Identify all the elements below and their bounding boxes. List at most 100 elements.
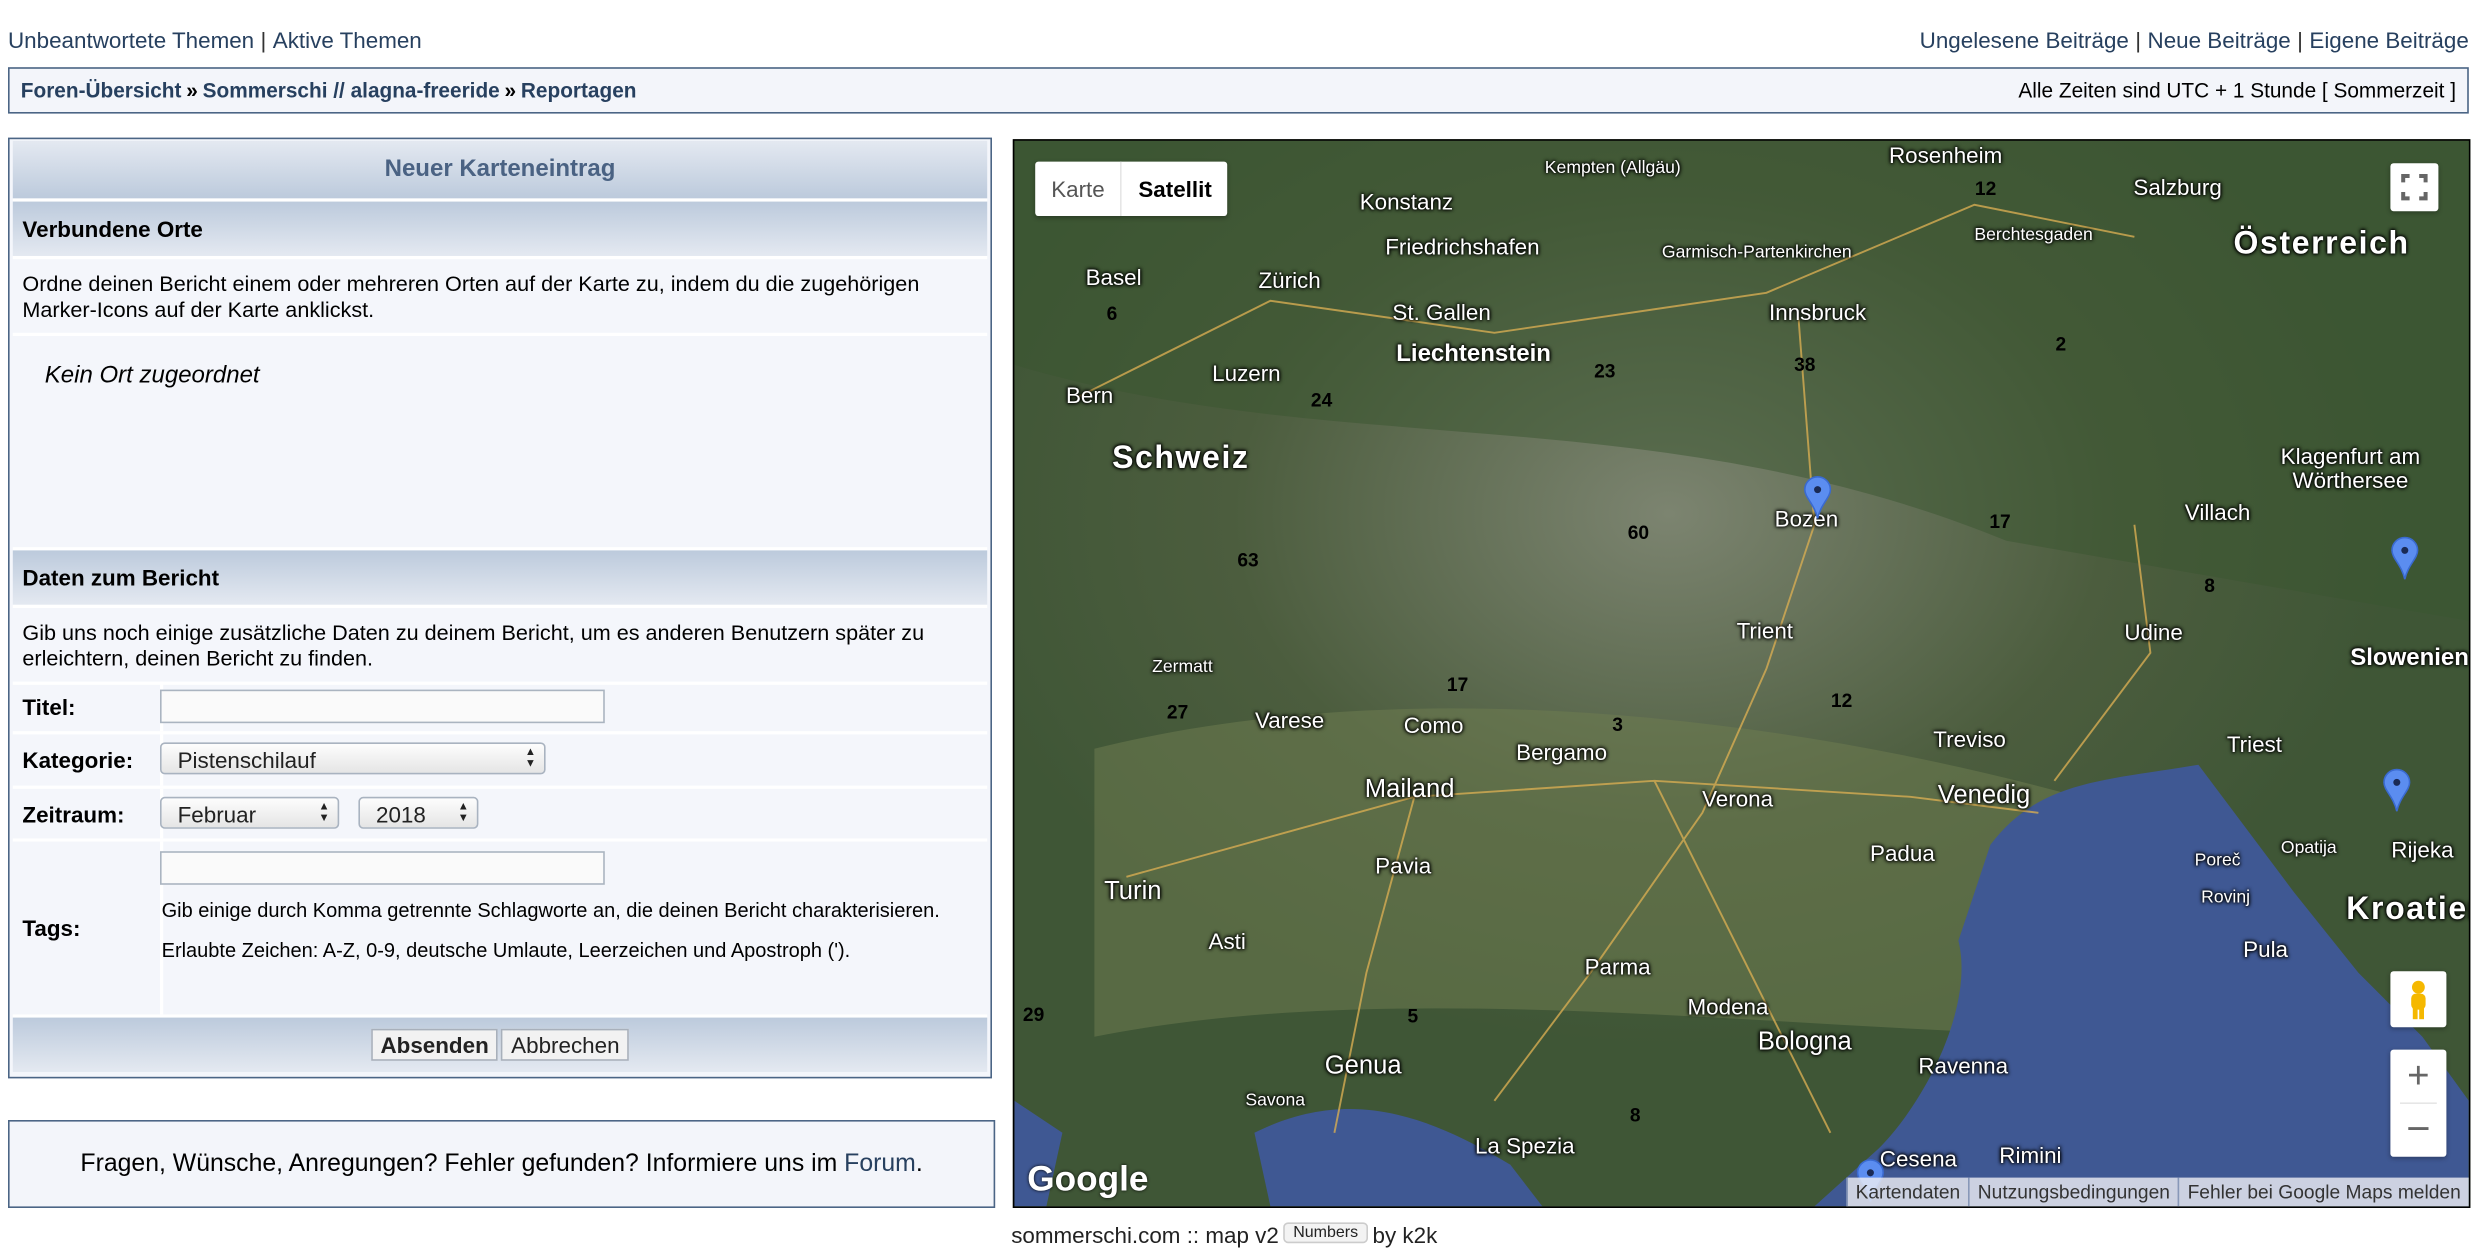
place-label: Schweiz <box>1112 440 1250 476</box>
cluster-count[interactable]: 38 <box>1794 354 1815 376</box>
breadcrumb-home[interactable]: Foren-Übersicht <box>21 78 182 102</box>
cluster-count[interactable]: 29 <box>1023 1003 1044 1025</box>
category-value: Pistenschilauf <box>177 747 316 773</box>
title-row: Titel: <box>12 681 988 735</box>
cluster-count[interactable]: 12 <box>1831 690 1852 712</box>
place-label: Opatija <box>2280 838 2337 858</box>
category-select[interactable]: Pistenschilauf ▲ ▼ <box>160 742 546 775</box>
month-value: Februar <box>177 801 257 828</box>
credit-text: sommerschi.com :: map v2 <box>1011 1222 1279 1248</box>
top-right-links: Ungelesene Beiträge | Neue Beiträge | Eigene… <box>1919 27 2469 53</box>
cluster-count[interactable]: 60 <box>1628 522 1649 544</box>
period-row: Zeitraum: Februar ▲ ▼ 2018 ▲ ▼ <box>12 788 988 842</box>
satellite-imagery <box>1014 140 2469 1207</box>
place-label: Luzern <box>1212 360 1281 386</box>
place-label: Como <box>1403 712 1464 738</box>
forum-link[interactable]: Forum <box>844 1150 916 1177</box>
assigned-places-list: Kein Ort zugeordnet <box>12 333 988 551</box>
place-label: Verona <box>1702 785 1774 812</box>
zoom-out-button[interactable]: − <box>2390 1104 2446 1157</box>
zoom-in-button[interactable]: + <box>2400 1050 2437 1104</box>
cluster-count[interactable]: 17 <box>1447 674 1468 696</box>
place-label: Modena <box>1687 993 1769 1020</box>
map-marker-icon[interactable] <box>1803 475 1832 520</box>
map[interactable]: Kempten (Allgäu) Rosenheim Salzburg Österre… <box>1012 139 2471 1209</box>
place-label: Ravenna <box>1918 1052 2009 1079</box>
period-label: Zeitraum: <box>13 788 164 839</box>
place-label: Slowenien <box>2350 644 2469 672</box>
cluster-count[interactable]: 23 <box>1594 360 1615 382</box>
place-label: Varese <box>1254 707 1325 733</box>
cluster-count[interactable]: 3 <box>1612 714 1623 736</box>
report-error-link[interactable]: Fehler bei Google Maps melden <box>2177 1177 2469 1207</box>
place-label: Padua <box>1870 840 1935 866</box>
map-type-satellit[interactable]: Satellit <box>1120 161 1228 216</box>
place-label: Poreč <box>2194 851 2241 871</box>
fullscreen-button[interactable] <box>2390 163 2439 212</box>
place-label: Udine <box>2124 619 2183 645</box>
cluster-count[interactable]: 2 <box>2055 333 2066 355</box>
page: Unbeantwortete Themen | Aktive Themen Unge… <box>0 0 2479 1248</box>
timezone-info: Alle Zeiten sind UTC + 1 Stunde [ Sommer… <box>2018 78 2456 103</box>
cluster-count[interactable]: 17 <box>1989 510 2010 532</box>
breadcrumb-separator: » <box>186 78 198 103</box>
cluster-count[interactable]: 12 <box>1975 178 1996 200</box>
link-own[interactable]: Eigene Beiträge <box>2309 27 2468 53</box>
street-view-pegman[interactable] <box>2390 971 2447 1028</box>
feedback-box: Fragen, Wünsche, Anregungen? Fehler gefu… <box>8 1120 996 1208</box>
breadcrumb-reportagen[interactable]: Reportagen <box>521 78 637 102</box>
place-label: Savona <box>1245 1091 1306 1111</box>
place-label: Venedig <box>1937 782 2031 810</box>
cluster-count[interactable]: 5 <box>1407 1005 1418 1027</box>
place-label: Cesena <box>1879 1145 1958 1172</box>
cluster-count[interactable]: 27 <box>1167 701 1188 723</box>
place-label: Pula <box>2243 936 2289 962</box>
map-marker-icon[interactable] <box>2390 536 2419 581</box>
footer-credit: sommerschi.com :: map v2 Numbers by k2k <box>1011 1222 1437 1248</box>
section-connected-places-description: Ordne deinen Bericht einem oder mehreren… <box>12 259 988 336</box>
place-label: Zermatt <box>1152 657 1213 677</box>
map-data-link[interactable]: Kartendaten <box>1845 1177 1969 1207</box>
link-unanswered[interactable]: Unbeantwortete Themen <box>8 27 254 53</box>
cluster-count[interactable]: 8 <box>2204 574 2215 596</box>
link-new[interactable]: Neue Beiträge <box>2148 27 2291 53</box>
place-label: Österreich <box>2233 226 2410 262</box>
title-input[interactable] <box>160 689 605 724</box>
cluster-count[interactable]: 63 <box>1237 549 1258 571</box>
place-label: Liechtenstein <box>1396 340 1551 368</box>
place-label: Asti <box>1208 928 1246 954</box>
place-label: Parma <box>1584 953 1651 980</box>
pegman-icon <box>2411 980 2426 1020</box>
tags-input[interactable] <box>160 851 605 885</box>
place-label: Bern <box>1065 382 1114 408</box>
link-active[interactable]: Aktive Themen <box>273 27 422 53</box>
breadcrumb-forum[interactable]: Sommerschi // alagna-freeride <box>203 78 500 102</box>
map-marker-icon[interactable] <box>2382 768 2411 813</box>
submit-button[interactable]: Absenden <box>370 1028 499 1061</box>
feedback-text: Fragen, Wünsche, Anregungen? Fehler gefu… <box>80 1150 845 1178</box>
cluster-count[interactable]: 24 <box>1311 389 1332 411</box>
tags-row: Tags: Gib einige durch Komma getrennte S… <box>12 841 988 1018</box>
place-label: Villach <box>2184 499 2251 525</box>
tooltip: Numbers <box>1283 1222 1368 1244</box>
terms-link[interactable]: Nutzungsbedingungen <box>1968 1177 2178 1207</box>
place-label: Berchtesgaden <box>1974 225 2093 245</box>
select-arrows-icon: ▲ ▼ <box>318 801 330 824</box>
zoom-control: + − <box>2390 1049 2447 1157</box>
cluster-count[interactable]: 6 <box>1107 302 1118 324</box>
cluster-count[interactable]: 8 <box>1630 1104 1641 1126</box>
link-unread[interactable]: Ungelesene Beiträge <box>1920 27 2129 53</box>
credit-author: by k2k <box>1372 1222 1438 1248</box>
category-row: Kategorie: Pistenschilauf ▲ ▼ <box>12 734 988 789</box>
place-label: Rovinj <box>2201 888 2251 908</box>
tags-label: Tags: <box>13 841 164 1015</box>
map-type-karte[interactable]: Karte <box>1035 162 1121 216</box>
month-select[interactable]: Februar ▲ ▼ <box>160 796 340 829</box>
cancel-button[interactable]: Abbrechen <box>501 1028 630 1061</box>
place-label: Zürich <box>1258 267 1321 293</box>
fullscreen-icon <box>2401 173 2428 201</box>
place-label: Klagenfurt am Wörthersee <box>2280 443 2421 493</box>
place-label: Basel <box>1085 264 1142 290</box>
year-select[interactable]: 2018 ▲ ▼ <box>358 796 479 829</box>
feedback-end: . <box>915 1150 923 1178</box>
